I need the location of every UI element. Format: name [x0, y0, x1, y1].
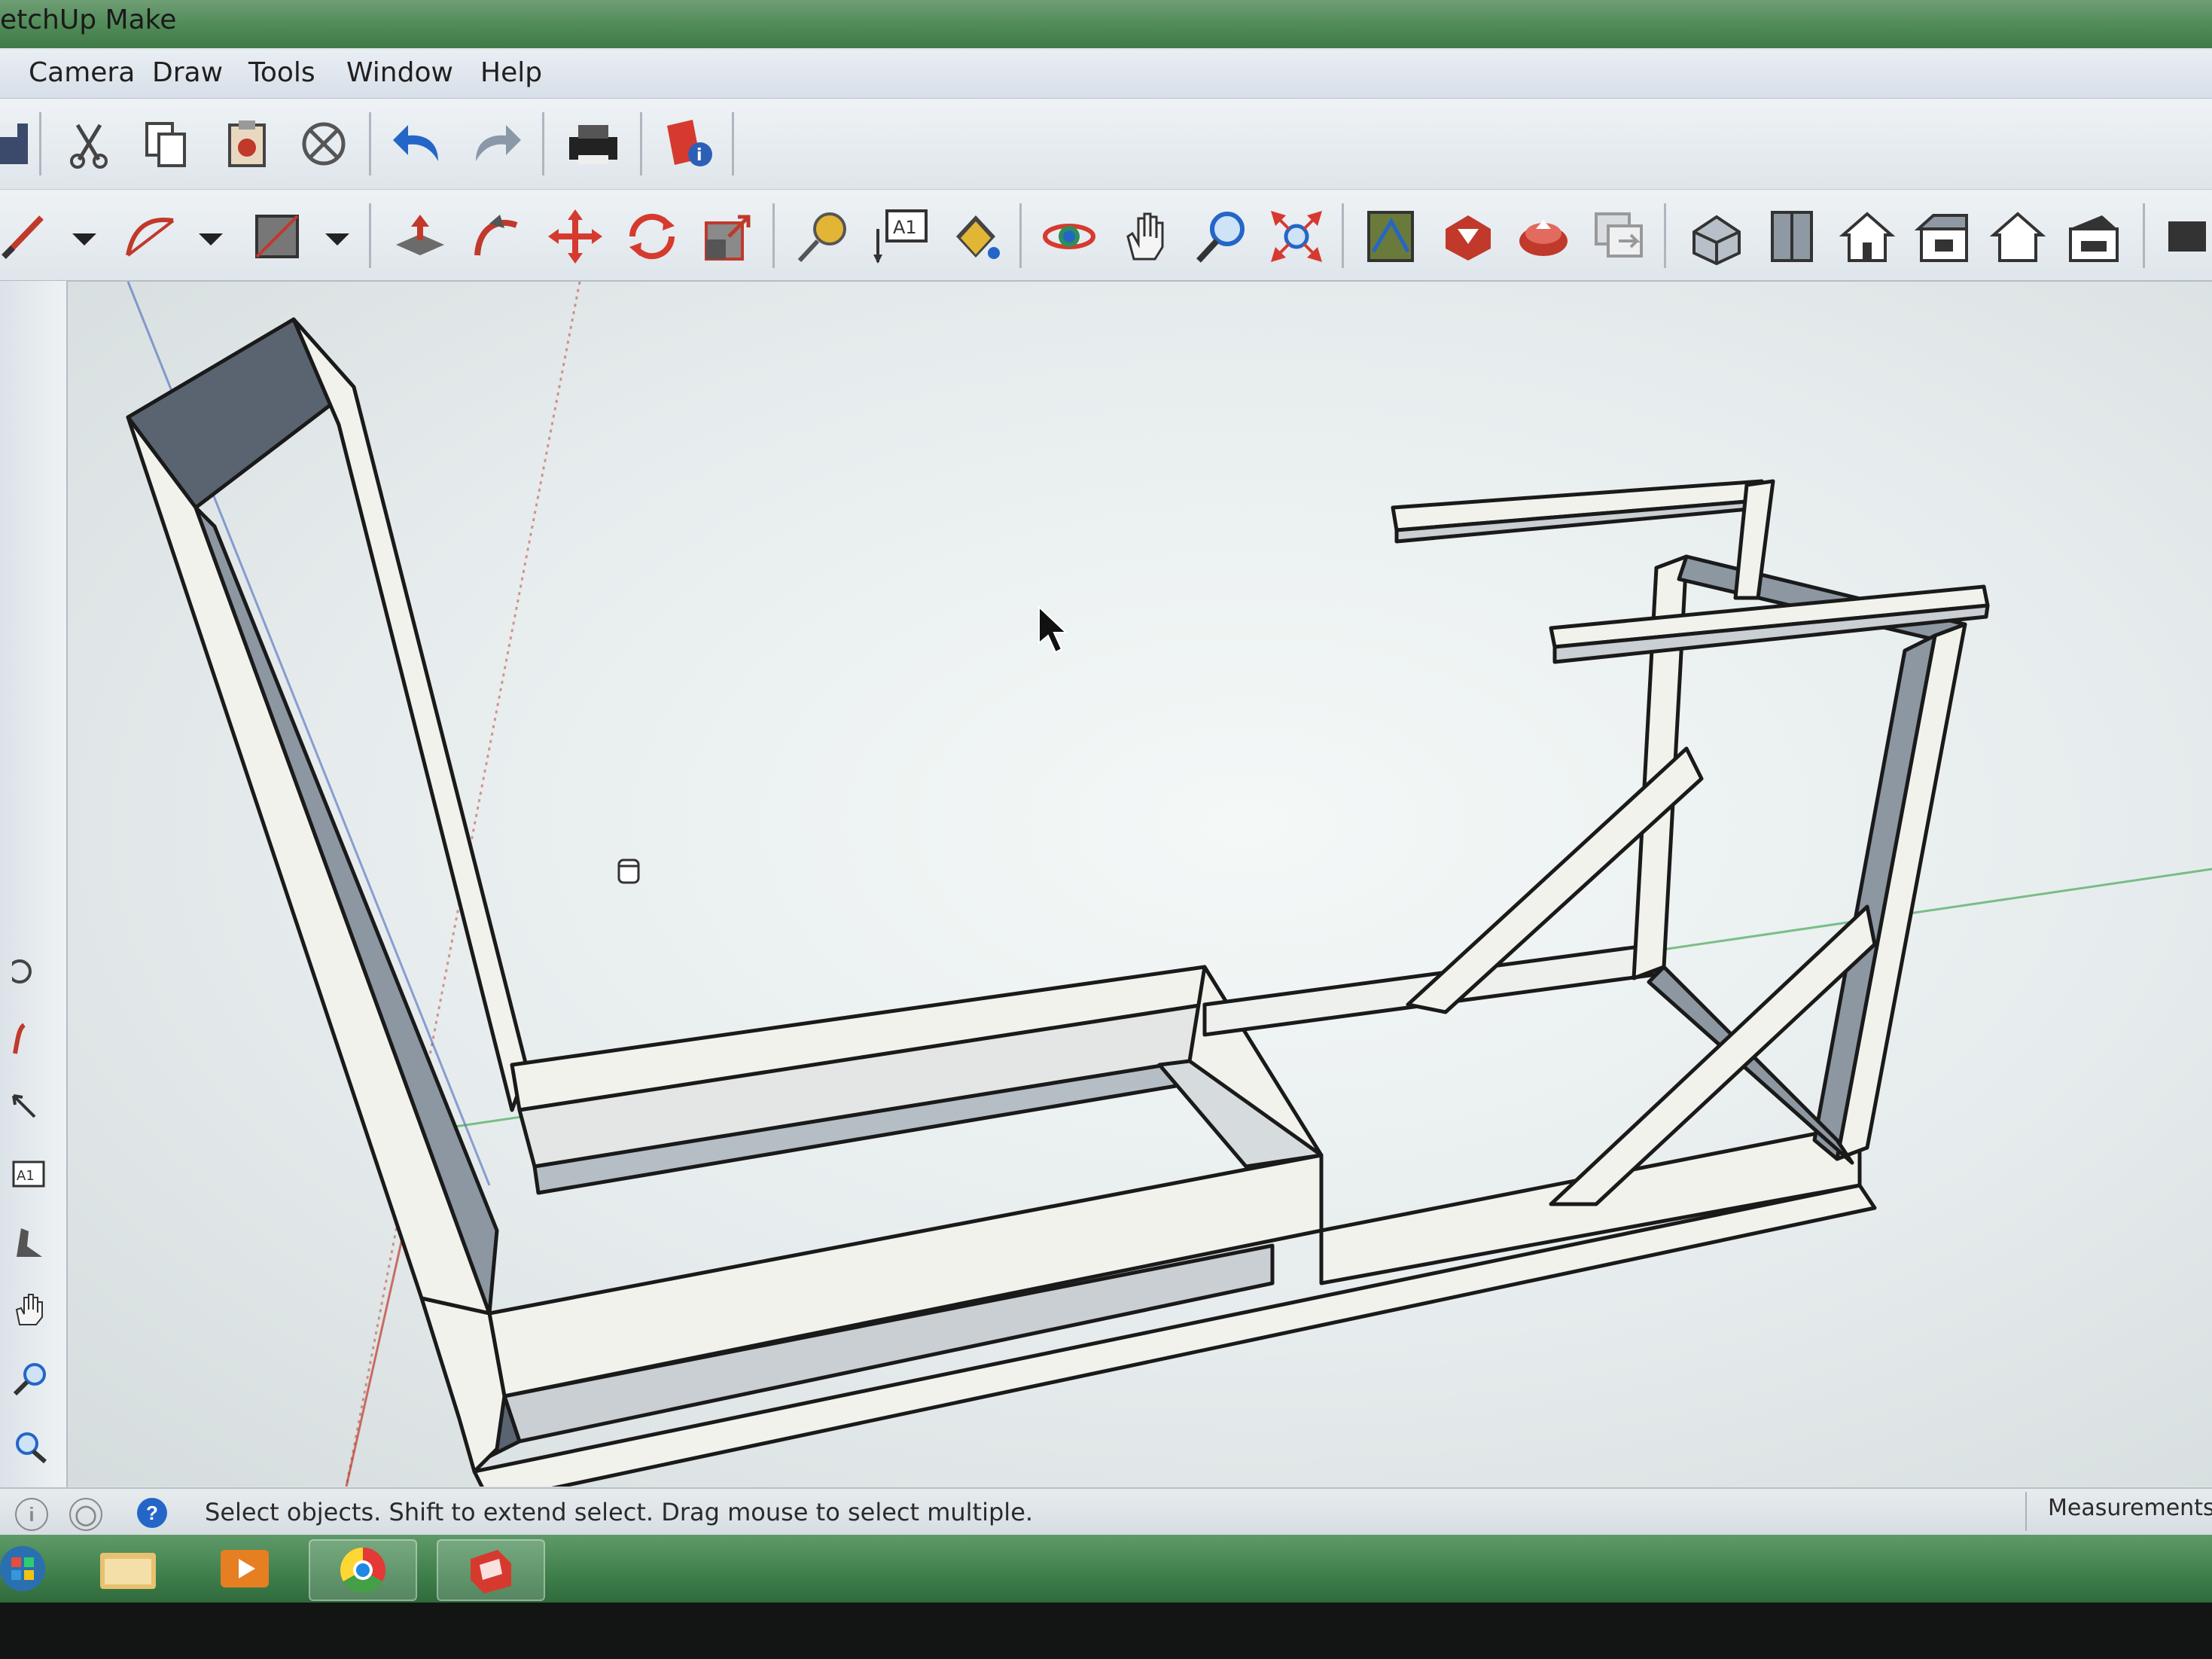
previous-view-icon[interactable]	[1361, 206, 1421, 267]
explorer-icon[interactable]	[75, 1539, 181, 1598]
menu-draw[interactable]: Draw	[152, 57, 223, 88]
start-button[interactable]	[0, 1539, 75, 1598]
line-dropdown-arrow[interactable]	[72, 233, 96, 245]
model-canvas	[126, 282, 2212, 1487]
print-icon[interactable]	[563, 114, 623, 174]
menu-help[interactable]: Help	[480, 57, 542, 88]
menu-bar: Camera Draw Tools Window Help	[0, 50, 2212, 99]
toolbar-separator	[732, 112, 734, 175]
window-title: etchUp Make	[0, 5, 177, 35]
orbit-icon[interactable]	[1039, 206, 1099, 267]
zoom-extents-icon[interactable]	[1266, 206, 1327, 267]
erase-icon[interactable]	[294, 114, 354, 174]
toolbar-separator	[1664, 203, 1666, 268]
left-toolbar: A1	[0, 281, 68, 1493]
info-icon[interactable]: i	[15, 1498, 48, 1531]
model-viewport[interactable]	[68, 282, 2212, 1487]
pan-icon[interactable]	[1116, 206, 1176, 267]
back-view-icon[interactable]	[1988, 206, 2048, 267]
pan-icon[interactable]	[3, 1282, 59, 1338]
right-view-icon[interactable]	[1912, 206, 1973, 267]
text-icon[interactable]: A1	[3, 1147, 59, 1203]
line-icon[interactable]	[0, 206, 54, 267]
walk-icon[interactable]	[3, 1215, 59, 1270]
move-icon[interactable]	[545, 206, 605, 267]
paint-bucket-icon[interactable]	[946, 206, 1006, 267]
arc-dropdown-arrow[interactable]	[199, 233, 223, 245]
screen: etchUp Make Camera Draw Tools Window Hel…	[0, 0, 2212, 1659]
extension-icon[interactable]	[1589, 206, 1649, 267]
zoom-icon[interactable]	[3, 1350, 59, 1406]
redo-icon[interactable]	[465, 114, 526, 174]
media-player-icon[interactable]	[192, 1539, 297, 1598]
iso-view-icon[interactable]	[1686, 206, 1747, 267]
svg-text:A1: A1	[893, 217, 917, 238]
look-around-icon[interactable]	[3, 1418, 59, 1474]
svg-text:A1: A1	[17, 1168, 35, 1184]
chrome-icon[interactable]	[309, 1539, 417, 1601]
toolbar-separator	[640, 112, 642, 175]
get-models-icon[interactable]	[1438, 206, 1498, 267]
standard-toolbar: i	[0, 99, 2212, 190]
push-pull-icon[interactable]	[390, 206, 450, 267]
left-upright-inner-shade	[193, 505, 499, 1316]
menu-tools[interactable]: Tools	[248, 57, 315, 88]
zoom-icon[interactable]	[1191, 206, 1251, 267]
left-upright-outer	[126, 415, 492, 1316]
follow-me-icon[interactable]	[467, 206, 527, 267]
top-view-icon[interactable]	[1762, 206, 1822, 267]
save-icon[interactable]	[0, 114, 38, 174]
front-view-icon[interactable]	[1837, 206, 1897, 267]
title-bar: etchUp Make	[0, 0, 2212, 48]
section-plane-icon[interactable]	[2161, 206, 2212, 267]
undo-icon[interactable]	[388, 114, 449, 174]
model-info-icon[interactable]: i	[660, 114, 720, 174]
copy-icon[interactable]	[136, 114, 196, 174]
follow-me-icon[interactable]	[3, 1011, 59, 1067]
cut-icon[interactable]	[59, 114, 119, 174]
monitor-bezel	[0, 1603, 2212, 1659]
tape-measure-icon[interactable]	[792, 206, 852, 267]
status-bar: i ◯ ? Select objects. Shift to extend se…	[0, 1487, 2212, 1535]
orbit-icon[interactable]	[3, 944, 59, 999]
measurements-separator	[2025, 1492, 2027, 1531]
measurements-label: Measurements	[2048, 1495, 2212, 1521]
toolbar-separator	[369, 112, 371, 175]
sketchup-icon[interactable]	[437, 1539, 545, 1601]
paste-icon[interactable]	[217, 114, 277, 174]
rectangle-dropdown-arrow[interactable]	[325, 233, 349, 245]
status-hint: Select objects. Shift to extend select. …	[205, 1498, 1034, 1526]
menu-window[interactable]: Window	[346, 57, 453, 88]
toolbar-separator	[39, 112, 41, 175]
left-view-icon[interactable]	[2063, 206, 2123, 267]
dimension-icon[interactable]	[3, 1079, 59, 1135]
drawing-toolbar: A1	[0, 190, 2212, 282]
toolbar-separator	[772, 203, 775, 268]
user-icon[interactable]: ◯	[69, 1498, 102, 1531]
menu-camera[interactable]: Camera	[29, 57, 135, 88]
rectangle-icon[interactable]	[247, 206, 307, 267]
help-icon[interactable]: ?	[137, 1498, 167, 1528]
arc-icon[interactable]	[120, 206, 181, 267]
toolbar-separator	[2143, 203, 2145, 268]
toolbar-separator	[369, 203, 371, 268]
toolbar-separator	[542, 112, 544, 175]
toolbar-separator	[1342, 203, 1344, 268]
text-icon[interactable]: A1	[870, 206, 931, 267]
front-corner-post	[419, 1296, 507, 1474]
mouse-cursor-icon	[1038, 605, 1068, 654]
share-model-icon[interactable]	[1513, 206, 1574, 267]
select-cursor-glyph	[617, 858, 640, 884]
frame-model[interactable]	[126, 317, 1990, 1487]
scale-icon[interactable]	[699, 206, 759, 267]
toolbar-separator	[1019, 203, 1022, 268]
taskbar	[0, 1535, 2212, 1603]
rotate-icon[interactable]	[622, 206, 682, 267]
svg-text:i: i	[696, 146, 702, 165]
